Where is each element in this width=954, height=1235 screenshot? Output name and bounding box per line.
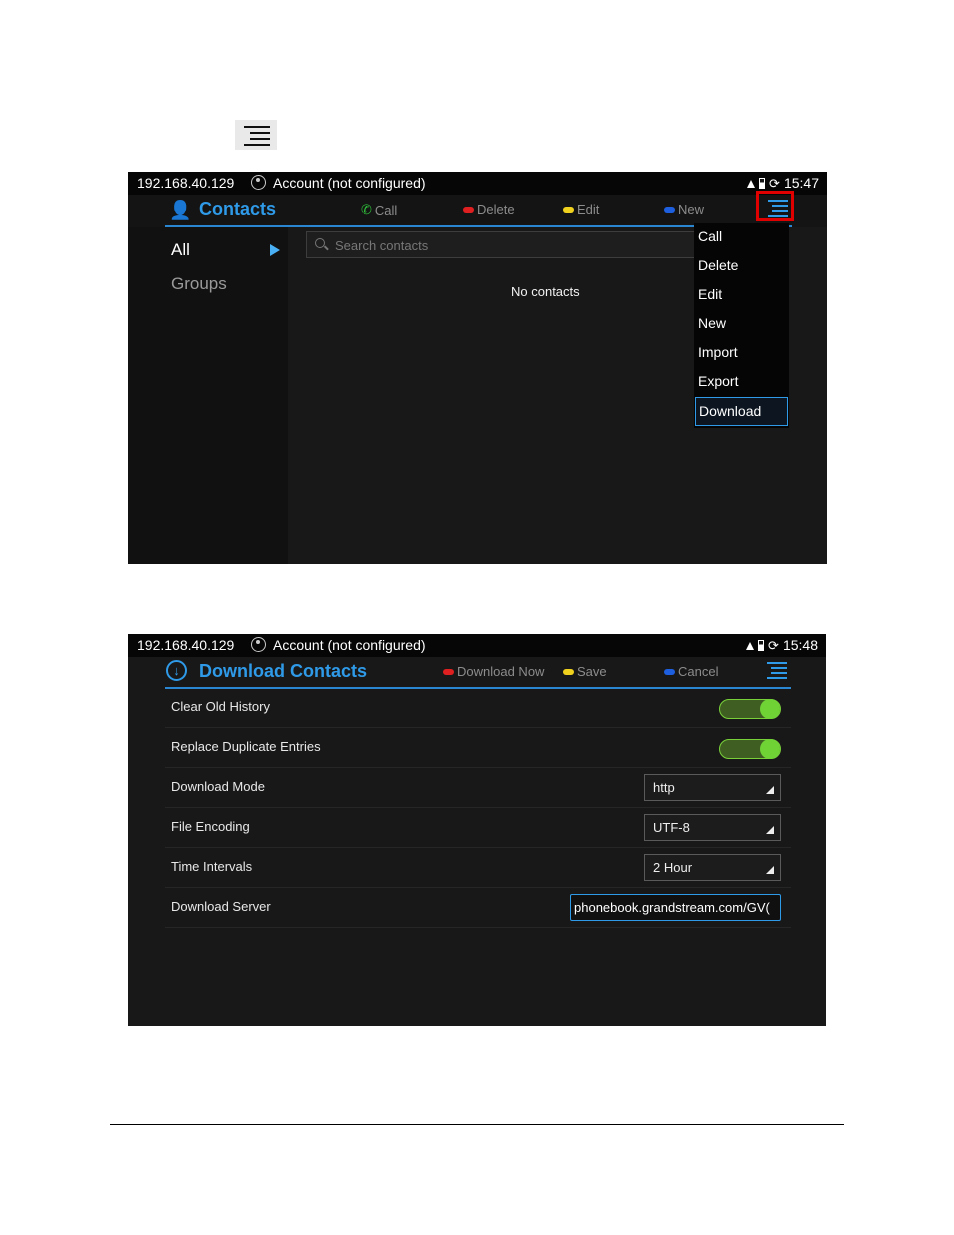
- contact-person-icon: 👤: [169, 200, 192, 220]
- sidebar-groups-label: Groups: [171, 274, 227, 293]
- softkey-cancel-label: Cancel: [678, 664, 719, 679]
- clear-old-history-toggle[interactable]: [719, 699, 781, 719]
- play-arrow-icon: [270, 244, 280, 256]
- select-value: 2 Hour: [653, 860, 693, 875]
- ip-address: 192.168.40.129: [137, 637, 235, 653]
- download-mode-select[interactable]: http: [644, 774, 781, 801]
- replace-duplicate-toggle[interactable]: [719, 739, 781, 759]
- setting-row-file-encoding: File Encoding UTF-8: [165, 807, 791, 848]
- menu-item-import[interactable]: Import: [695, 339, 788, 366]
- time-intervals-select[interactable]: 2 Hour: [644, 854, 781, 881]
- battery-icon: [759, 178, 766, 189]
- red-key-icon: [443, 668, 454, 675]
- menu-item-call[interactable]: Call: [695, 223, 788, 250]
- page-footer-rule: [110, 1124, 844, 1125]
- dropdown-arrow-icon: [766, 866, 774, 874]
- softkey-edit-label: Edit: [577, 202, 600, 217]
- blue-key-icon: [664, 668, 675, 675]
- signal-icon: [747, 179, 756, 188]
- softkey-call[interactable]: ✆ Call: [361, 202, 397, 218]
- options-menu: Call Delete Edit New Import Export Downl…: [694, 223, 789, 428]
- menu-button[interactable]: [767, 662, 787, 679]
- search-input[interactable]: [333, 234, 677, 256]
- contacts-sidebar: All Groups: [128, 227, 288, 564]
- ip-address: 192.168.40.129: [137, 175, 235, 191]
- battery-icon: [758, 640, 765, 651]
- setting-row-download-mode: Download Mode http: [165, 767, 791, 808]
- contacts-screen: 192.168.40.129 Account (not configured) …: [128, 172, 827, 564]
- menu-item-download[interactable]: Download: [695, 397, 788, 426]
- softkey-edit[interactable]: Edit: [563, 202, 599, 217]
- account-status: Account (not configured): [273, 175, 426, 191]
- page-title: Download Contacts: [199, 661, 368, 681]
- menu-icon: [235, 120, 277, 150]
- setting-label: Clear Old History: [171, 699, 270, 714]
- search-icon: [315, 238, 325, 248]
- page-title: Contacts: [199, 199, 277, 219]
- status-bar: 192.168.40.129 Account (not configured) …: [128, 634, 826, 657]
- download-contacts-screen: 192.168.40.129 Account (not configured) …: [128, 634, 826, 1026]
- file-encoding-select[interactable]: UTF-8: [644, 814, 781, 841]
- toggle-knob: [760, 739, 780, 759]
- sync-icon: ⟳: [768, 638, 779, 653]
- download-server-input[interactable]: [574, 898, 776, 917]
- blue-key-icon: [664, 206, 675, 213]
- softkey-new-label: New: [678, 202, 705, 217]
- softkey-delete[interactable]: Delete: [463, 202, 515, 217]
- clock: 15:48: [782, 637, 818, 653]
- select-value: UTF-8: [653, 820, 690, 835]
- softkey-download-now-label: Download Now: [457, 664, 545, 679]
- sidebar-item-all[interactable]: All: [171, 240, 190, 260]
- dropdown-arrow-icon: [766, 786, 774, 794]
- download-server-field[interactable]: [570, 894, 781, 921]
- softkey-call-label: Call: [374, 202, 398, 218]
- download-circle-icon: ↓: [166, 660, 187, 681]
- select-value: http: [653, 780, 675, 795]
- setting-label: Download Server: [171, 899, 271, 914]
- setting-label: Replace Duplicate Entries: [171, 739, 321, 754]
- dropdown-arrow-icon: [766, 826, 774, 834]
- setting-row-replace-duplicate: Replace Duplicate Entries: [165, 727, 791, 768]
- empty-state-text: No contacts: [511, 284, 580, 299]
- signal-icon: [746, 641, 755, 650]
- softkey-delete-label: Delete: [477, 202, 515, 217]
- setting-label: Time Intervals: [171, 859, 253, 874]
- phone-icon: ✆: [361, 202, 372, 217]
- menu-item-edit[interactable]: Edit: [695, 281, 788, 308]
- red-key-icon: [463, 206, 474, 213]
- softkey-save-label: Save: [577, 664, 607, 679]
- setting-label: File Encoding: [171, 819, 250, 834]
- sidebar-item-groups[interactable]: Groups: [171, 274, 227, 294]
- setting-row-download-server: Download Server: [165, 887, 791, 928]
- menu-button-highlight: [756, 191, 794, 221]
- menu-item-new[interactable]: New: [695, 310, 788, 337]
- menu-item-export[interactable]: Export: [695, 368, 788, 395]
- softkey-cancel[interactable]: Cancel: [664, 664, 718, 679]
- account-icon: [251, 175, 266, 190]
- softkey-download-now[interactable]: Download Now: [443, 664, 544, 679]
- account-icon: [251, 637, 266, 652]
- title-bar: ↓ Download Contacts Download Now Save Ca…: [165, 657, 791, 689]
- setting-row-clear-old-history: Clear Old History: [165, 687, 791, 728]
- yellow-key-icon: [563, 206, 574, 213]
- toggle-knob: [760, 699, 780, 719]
- search-box[interactable]: [306, 231, 696, 258]
- setting-row-time-intervals: Time Intervals 2 Hour: [165, 847, 791, 888]
- sidebar-all-label: All: [171, 240, 190, 259]
- softkey-save[interactable]: Save: [563, 664, 607, 679]
- menu-item-delete[interactable]: Delete: [695, 252, 788, 279]
- account-status: Account (not configured): [273, 637, 426, 653]
- softkey-new[interactable]: New: [664, 202, 704, 217]
- setting-label: Download Mode: [171, 779, 265, 794]
- status-bar: 192.168.40.129 Account (not configured) …: [128, 172, 827, 195]
- yellow-key-icon: [563, 668, 574, 675]
